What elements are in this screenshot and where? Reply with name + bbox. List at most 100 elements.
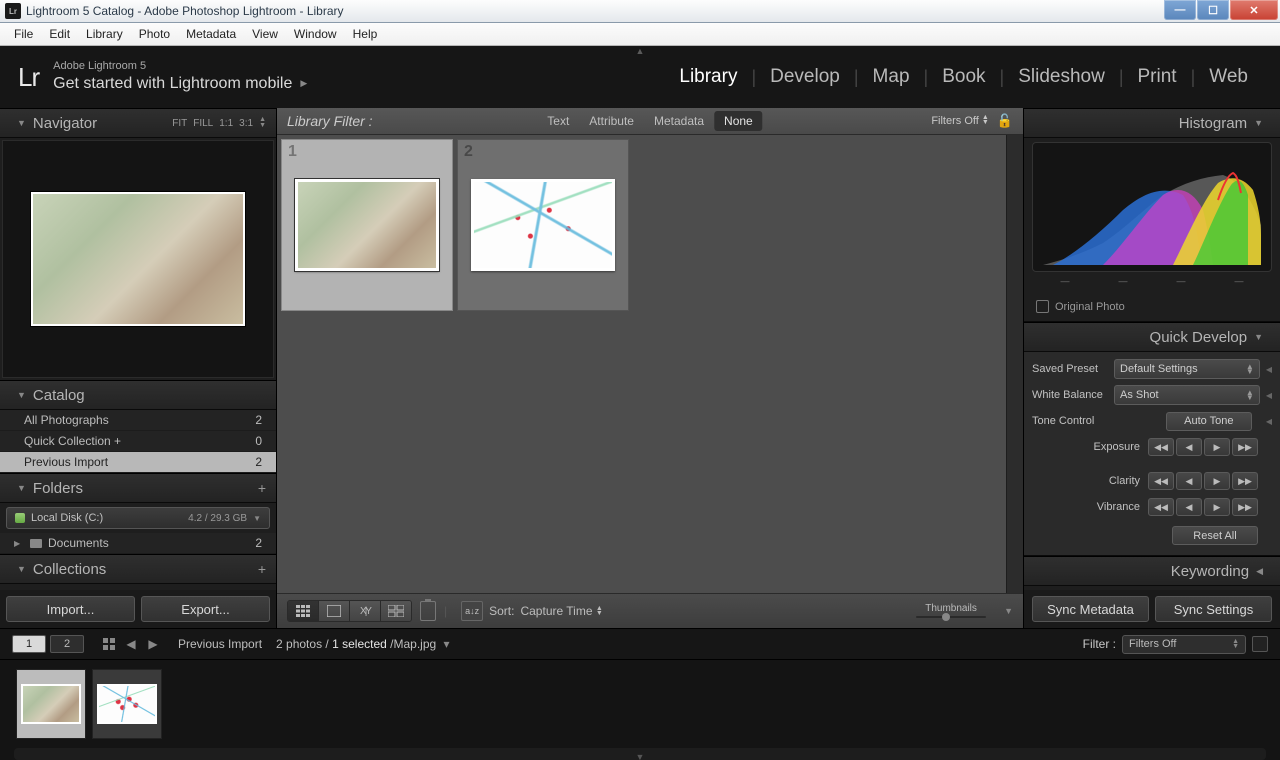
filter-tab-attribute[interactable]: Attribute [579,111,644,131]
filter-tab-none[interactable]: None [714,111,763,131]
catalog-row-all-photographs[interactable]: All Photographs 2 [0,410,276,431]
sort-dropdown[interactable]: Capture Time ▲▼ [520,604,602,618]
loupe-view-icon[interactable] [319,601,350,621]
collapse-icon[interactable]: ▼ [17,564,26,574]
menu-edit[interactable]: Edit [41,25,78,43]
reset-all-button[interactable]: Reset All [1172,526,1258,545]
main-display-button[interactable]: 1 [12,635,46,653]
step-increase[interactable]: ▶ [1204,438,1230,456]
saved-preset-dropdown[interactable]: Default Settings▲▼ [1114,359,1260,379]
toolbar-options-icon[interactable]: ▼ [1004,606,1013,616]
menu-metadata[interactable]: Metadata [178,25,244,43]
filmstrip-cell[interactable] [92,669,162,739]
menu-view[interactable]: View [244,25,286,43]
collapse-icon[interactable]: ▼ [17,118,26,128]
grid-cell[interactable]: 2 [457,139,629,311]
nav-zoom-more-icon[interactable]: ▲▼ [259,117,266,129]
keywording-panel-header[interactable]: Keywording ◀ [1024,556,1280,586]
window-close-button[interactable]: ✕ [1230,0,1278,20]
window-minimize-button[interactable]: — [1164,0,1196,20]
catalog-row-previous-import[interactable]: Previous Import 2 [0,452,276,473]
folder-row-documents[interactable]: ▶ Documents 2 [0,533,276,554]
export-button[interactable]: Export... [141,596,270,622]
navigator-preview[interactable] [2,140,274,378]
filter-lock-icon[interactable]: 🔓 [997,113,1013,129]
volume-browser-drive[interactable]: Local Disk (C:) 4.2 / 29.3 GB ▼ [6,507,270,529]
folders-panel-header[interactable]: ▼ Folders + [0,473,276,503]
expand-section-icon[interactable]: ◀ [1266,365,1272,374]
step-decrease[interactable]: ◀ [1176,438,1202,456]
module-book[interactable]: Book [928,66,999,88]
breadcrumb-source[interactable]: Previous Import [178,637,262,651]
painter-tool-icon[interactable] [420,601,436,621]
step-decrease[interactable]: ◀ [1176,472,1202,490]
filmstrip-row[interactable] [0,660,1280,748]
filters-state-dropdown[interactable]: Filters Off ▲▼ [931,115,988,127]
sync-settings-button[interactable]: Sync Settings [1155,596,1272,622]
filter-switch[interactable] [1252,636,1268,652]
step-large-decrease[interactable]: ◀◀ [1148,498,1174,516]
menu-photo[interactable]: Photo [131,25,178,43]
secondary-display-button[interactable]: 2 [50,635,84,653]
grid-shortcut-icon[interactable] [101,636,117,652]
module-develop[interactable]: Develop [756,66,854,88]
step-decrease[interactable]: ◀ [1176,498,1202,516]
navigator-panel-header[interactable]: ▼ Navigator FIT FILL 1:1 3:1 ▲▼ [0,108,276,138]
thumbnail-size-slider[interactable] [916,614,986,620]
sync-metadata-button[interactable]: Sync Metadata [1032,596,1149,622]
expand-section-icon[interactable]: ◀ [1266,391,1272,400]
filter-tab-text[interactable]: Text [537,111,579,131]
add-collection-icon[interactable]: + [258,561,266,577]
expand-section-icon[interactable]: ◀ [1266,417,1272,426]
chevron-down-icon[interactable]: ▼ [253,514,261,523]
step-large-decrease[interactable]: ◀◀ [1148,472,1174,490]
sort-direction-icon[interactable]: a↓z [461,601,483,621]
quick-develop-panel-header[interactable]: Quick Develop ▼ [1024,322,1280,352]
reveal-bottom-panel-icon[interactable]: ▼ [636,752,645,760]
collections-panel-header[interactable]: ▼ Collections + [0,554,276,584]
menu-library[interactable]: Library [78,25,131,43]
auto-tone-button[interactable]: Auto Tone [1166,412,1252,431]
nav-zoom-1to1[interactable]: 1:1 [219,118,233,129]
module-slideshow[interactable]: Slideshow [1004,66,1119,88]
add-folder-icon[interactable]: + [258,480,266,496]
module-map[interactable]: Map [859,66,924,88]
filter-tab-metadata[interactable]: Metadata [644,111,714,131]
survey-view-icon[interactable] [381,601,411,621]
white-balance-dropdown[interactable]: As Shot▲▼ [1114,385,1260,405]
collapse-icon[interactable]: ▼ [1254,332,1263,342]
expand-icon[interactable]: ◀ [1256,566,1263,577]
original-photo-checkbox[interactable] [1036,300,1049,313]
window-maximize-button[interactable]: ☐ [1197,0,1229,20]
module-web[interactable]: Web [1195,66,1262,88]
module-print[interactable]: Print [1124,66,1191,88]
menu-help[interactable]: Help [345,25,386,43]
import-button[interactable]: Import... [6,596,135,622]
catalog-panel-header[interactable]: ▼ Catalog [0,380,276,410]
step-large-decrease[interactable]: ◀◀ [1148,438,1174,456]
step-increase[interactable]: ▶ [1204,472,1230,490]
filmstrip-filter-dropdown[interactable]: Filters Off▲▼ [1122,635,1246,654]
step-large-increase[interactable]: ▶▶ [1232,438,1258,456]
expand-folder-icon[interactable]: ▶ [14,539,20,548]
menu-window[interactable]: Window [286,25,345,43]
go-back-icon[interactable]: ◀ [123,636,139,652]
step-large-increase[interactable]: ▶▶ [1232,498,1258,516]
histogram-display[interactable] [1032,142,1272,272]
breadcrumb-dropdown-icon[interactable]: ▾ [444,637,450,651]
collapse-icon[interactable]: ▼ [1254,118,1263,128]
nav-zoom-fill[interactable]: FILL [193,118,213,129]
compare-view-icon[interactable]: X|Y [350,601,381,621]
collapse-icon[interactable]: ▼ [17,390,26,400]
collapse-icon[interactable]: ▼ [17,483,26,493]
histogram-panel-header[interactable]: Histogram ▼ [1024,108,1280,138]
menu-file[interactable]: File [6,25,41,43]
reveal-top-panel-icon[interactable]: ▲ [636,46,645,56]
module-library[interactable]: Library [665,66,751,88]
catalog-row-quick-collection[interactable]: Quick Collection + 0 [0,431,276,452]
step-increase[interactable]: ▶ [1204,498,1230,516]
nav-zoom-3to1[interactable]: 3:1 [239,118,253,129]
lightroom-mobile-link[interactable]: Get started with Lightroom mobile▶ [53,74,307,95]
go-forward-icon[interactable]: ▶ [145,636,161,652]
filmstrip-cell[interactable] [16,669,86,739]
